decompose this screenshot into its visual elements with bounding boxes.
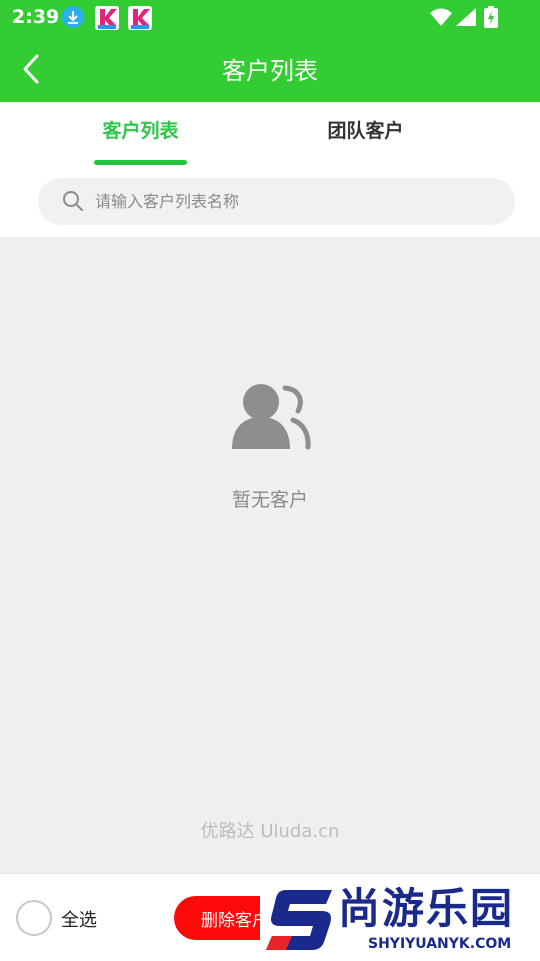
- select-all-label[interactable]: 全选: [61, 906, 97, 932]
- tab-bar: 客户列表 团队客户: [0, 102, 540, 170]
- customer-list-area: 暂无客户 优路达 Uluda.cn: [0, 237, 540, 873]
- app-notification-icon: [95, 6, 119, 30]
- brand-logo-icon: [266, 890, 332, 950]
- page-title: 客户列表: [222, 57, 318, 85]
- customers-icon: [230, 383, 312, 455]
- search-section: [0, 170, 540, 237]
- battery-icon: [484, 6, 498, 32]
- wifi-icon: [430, 8, 452, 30]
- brand-name: 尚游乐园: [338, 884, 515, 933]
- empty-state-text: 暂无客户: [231, 489, 308, 511]
- download-icon: [62, 6, 84, 28]
- brand-watermark: 尚游乐园 SHYIYUANYK.COM: [260, 884, 540, 960]
- watermark: 优路达 Uluda.cn: [200, 821, 340, 842]
- search-box: [38, 178, 515, 225]
- navigation-bar: 客户列表: [0, 36, 540, 102]
- select-all-checkbox[interactable]: [16, 900, 52, 936]
- brand-url: SHYIYUANYK.COM: [368, 936, 512, 952]
- status-bar: 2:39: [0, 0, 540, 36]
- status-time: 2:39: [12, 6, 60, 28]
- search-input[interactable]: [95, 178, 495, 225]
- search-icon: [61, 189, 85, 217]
- app-notification-icon: [128, 6, 152, 30]
- tab-team-customers[interactable]: 团队客户: [318, 116, 413, 143]
- active-tab-indicator: [94, 160, 187, 165]
- signal-icon: [456, 8, 476, 30]
- tab-customer-list[interactable]: 客户列表: [94, 116, 187, 143]
